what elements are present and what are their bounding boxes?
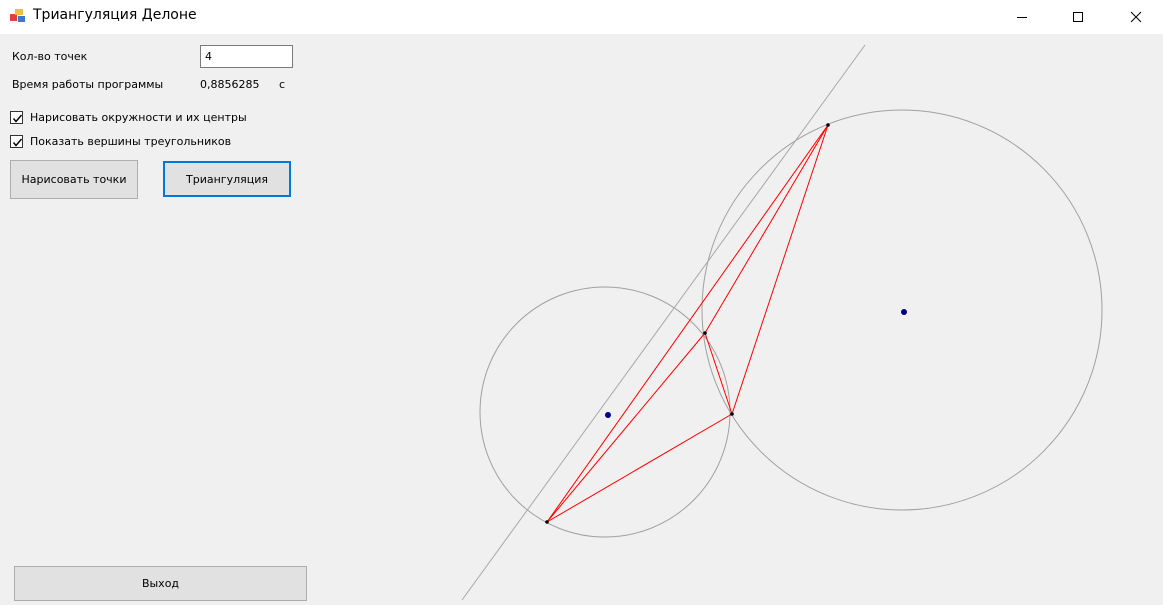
circumcircle-left [479,286,731,538]
checkmark-icon [12,114,23,123]
triangulation-canvas [461,44,1103,601]
runtime-unit: с [279,78,286,91]
vertex [730,412,734,416]
vertex [545,520,549,524]
points-count-label: Кол-во точек [12,50,88,63]
exit-button[interactable]: Выход [14,566,307,601]
runtime-label: Время работы программы [12,78,164,91]
triangulate-button[interactable]: Триангуляция [163,161,291,197]
guide-line [461,44,866,601]
show-vertices-label: Показать вершины треугольников [30,134,232,148]
edge [731,124,829,415]
points-count-input[interactable] [200,45,293,68]
draw-points-button[interactable]: Нарисовать точки [10,160,138,199]
circle-center [605,412,611,418]
circle-center [901,309,907,315]
show-vertices-checkbox[interactable] [10,134,23,148]
edge [546,124,829,523]
checkmark-icon [12,138,23,147]
edge [704,124,829,334]
vertex [826,123,830,127]
draw-circles-checkbox-row[interactable]: Нарисовать окружности и их центры [10,109,247,125]
edge [546,413,733,523]
runtime-value: 0,8856285 [200,78,260,91]
edge [704,332,733,415]
show-vertices-checkbox-row[interactable]: Показать вершины треугольников [10,133,231,149]
edge [546,332,706,523]
draw-circles-label: Нарисовать окружности и их центры [30,110,247,124]
vertex [703,331,707,335]
draw-circles-checkbox[interactable] [10,110,23,124]
